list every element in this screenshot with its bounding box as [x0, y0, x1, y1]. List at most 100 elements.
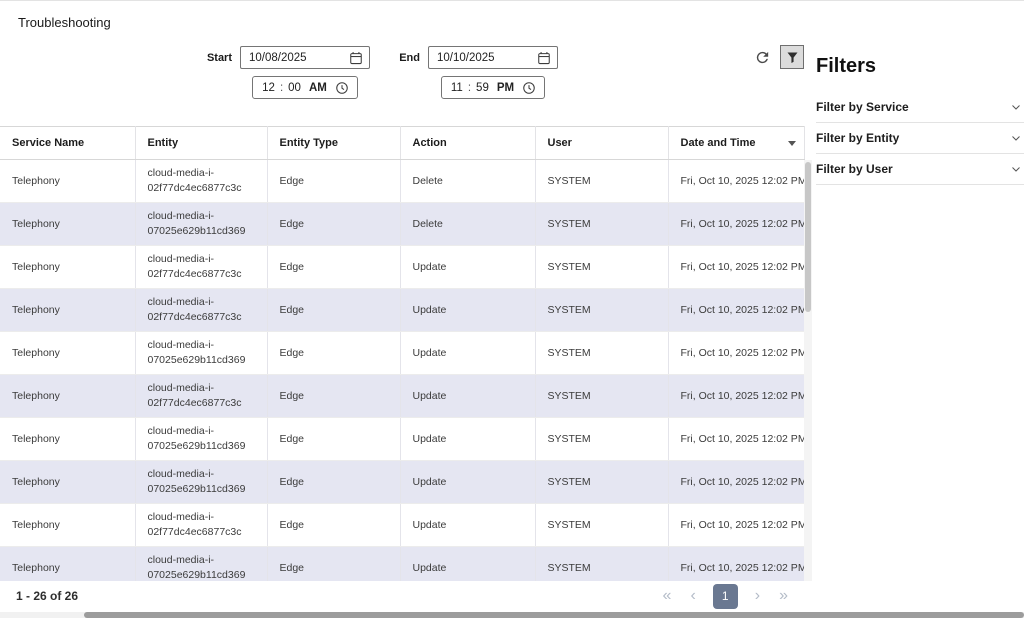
last-page-button[interactable]: »: [777, 588, 790, 604]
filter-section-entity[interactable]: Filter by Entity: [816, 123, 1024, 154]
table-header-row: Service Name Entity Entity Type Action U…: [0, 127, 804, 160]
cell-entity-type: Edge: [267, 418, 400, 461]
cell-entity: cloud-media-i-07025e629b11cd369: [135, 203, 267, 246]
audit-table-body: Telephony cloud-media-i-02f77dc4ec6877c3…: [0, 160, 804, 590]
start-label: Start: [200, 52, 232, 64]
cell-entity-type: Edge: [267, 289, 400, 332]
chevron-down-icon: [1010, 101, 1022, 113]
cell-datetime: Fri, Oct 10, 2025 12:02 PM: [668, 418, 804, 461]
cell-datetime: Fri, Oct 10, 2025 12:02 PM: [668, 203, 804, 246]
cell-service-name: Telephony: [0, 289, 135, 332]
start-hour[interactable]: 12: [261, 82, 276, 94]
cell-entity: cloud-media-i-07025e629b11cd369: [135, 418, 267, 461]
start-date-input[interactable]: [240, 46, 370, 69]
start-meridiem[interactable]: AM: [309, 82, 327, 94]
cell-user: SYSTEM: [535, 203, 668, 246]
cell-service-name: Telephony: [0, 418, 135, 461]
table-row[interactable]: Telephony cloud-media-i-02f77dc4ec6877c3…: [0, 160, 804, 203]
troubleshooting-page: Troubleshooting Start 12 :: [0, 0, 1024, 618]
cell-action: Update: [400, 418, 535, 461]
column-header-date-time[interactable]: Date and Time: [668, 127, 804, 160]
table-row[interactable]: Telephony cloud-media-i-02f77dc4ec6877c3…: [0, 246, 804, 289]
cell-service-name: Telephony: [0, 332, 135, 375]
current-page-button[interactable]: 1: [713, 584, 738, 609]
cell-user: SYSTEM: [535, 160, 668, 203]
previous-page-button[interactable]: ‹: [688, 588, 697, 604]
cell-action: Update: [400, 246, 535, 289]
cell-user: SYSTEM: [535, 375, 668, 418]
cell-entity-type: Edge: [267, 246, 400, 289]
filter-section-entity-label: Filter by Entity: [816, 131, 899, 145]
refresh-icon: [754, 49, 771, 66]
audit-table-container: Service Name Entity Entity Type Action U…: [0, 126, 812, 589]
cell-service-name: Telephony: [0, 160, 135, 203]
cell-entity: cloud-media-i-02f77dc4ec6877c3c: [135, 375, 267, 418]
cell-user: SYSTEM: [535, 504, 668, 547]
filter-section-user[interactable]: Filter by User: [816, 154, 1024, 185]
first-page-button[interactable]: «: [661, 588, 674, 604]
start-minute[interactable]: 00: [287, 82, 302, 94]
calendar-icon[interactable]: [349, 51, 363, 65]
next-page-button[interactable]: ›: [753, 588, 762, 604]
datetime-toolbar: Start 12 : 00 AM: [0, 43, 812, 126]
end-time-input[interactable]: 11 : 59 PM: [441, 76, 545, 99]
end-datetime-group: End 11 : 59 PM: [388, 46, 558, 99]
pagination-bar: 1 - 26 of 26 « ‹ 1 › »: [0, 581, 812, 611]
cell-action: Update: [400, 289, 535, 332]
end-meridiem[interactable]: PM: [497, 82, 514, 94]
clock-icon[interactable]: [522, 81, 536, 95]
calendar-icon[interactable]: [537, 51, 551, 65]
cell-action: Delete: [400, 203, 535, 246]
end-minute[interactable]: 59: [475, 82, 490, 94]
start-datetime-group: Start 12 : 00 AM: [200, 46, 370, 99]
cell-entity-type: Edge: [267, 332, 400, 375]
cell-user: SYSTEM: [535, 332, 668, 375]
toolbar-actions: [750, 45, 804, 69]
table-row[interactable]: Telephony cloud-media-i-07025e629b11cd36…: [0, 418, 804, 461]
horizontal-scrollbar-thumb[interactable]: [84, 612, 1024, 618]
cell-action: Update: [400, 332, 535, 375]
cell-service-name: Telephony: [0, 461, 135, 504]
start-date-value[interactable]: [249, 52, 335, 64]
table-row[interactable]: Telephony cloud-media-i-02f77dc4ec6877c3…: [0, 375, 804, 418]
table-row[interactable]: Telephony cloud-media-i-07025e629b11cd36…: [0, 461, 804, 504]
filter-section-service-label: Filter by Service: [816, 100, 909, 114]
clock-icon[interactable]: [335, 81, 349, 95]
column-header-service-name: Service Name: [0, 127, 135, 160]
end-date-value[interactable]: [437, 52, 523, 64]
time-separator: :: [280, 82, 283, 94]
cell-entity: cloud-media-i-07025e629b11cd369: [135, 461, 267, 504]
cell-service-name: Telephony: [0, 203, 135, 246]
cell-datetime: Fri, Oct 10, 2025 12:02 PM: [668, 246, 804, 289]
cell-datetime: Fri, Oct 10, 2025 12:02 PM: [668, 332, 804, 375]
cell-entity: cloud-media-i-02f77dc4ec6877c3c: [135, 504, 267, 547]
cell-user: SYSTEM: [535, 461, 668, 504]
start-time-input[interactable]: 12 : 00 AM: [252, 76, 358, 99]
sort-desc-icon[interactable]: [788, 141, 796, 146]
filter-toggle-button[interactable]: [780, 45, 804, 69]
table-row[interactable]: Telephony cloud-media-i-07025e629b11cd36…: [0, 203, 804, 246]
column-header-user: User: [535, 127, 668, 160]
column-header-date-time-label: Date and Time: [681, 137, 756, 149]
filters-sidebar: Filters Filter by Service Filter by Enti…: [816, 43, 1024, 598]
cell-service-name: Telephony: [0, 246, 135, 289]
filter-section-service[interactable]: Filter by Service: [816, 92, 1024, 123]
end-date-input[interactable]: [428, 46, 558, 69]
table-row[interactable]: Telephony cloud-media-i-07025e629b11cd36…: [0, 332, 804, 375]
table-vertical-scrollbar[interactable]: [804, 160, 812, 588]
cell-entity: cloud-media-i-02f77dc4ec6877c3c: [135, 160, 267, 203]
page-title[interactable]: Troubleshooting: [18, 15, 111, 30]
table-row[interactable]: Telephony cloud-media-i-02f77dc4ec6877c3…: [0, 504, 804, 547]
cell-entity: cloud-media-i-02f77dc4ec6877c3c: [135, 289, 267, 332]
cell-entity-type: Edge: [267, 375, 400, 418]
table-row[interactable]: Telephony cloud-media-i-02f77dc4ec6877c3…: [0, 289, 804, 332]
chevron-down-icon: [1010, 132, 1022, 144]
scrollbar-thumb[interactable]: [805, 162, 811, 312]
horizontal-scrollbar[interactable]: [0, 612, 1024, 618]
end-hour[interactable]: 11: [450, 82, 464, 94]
refresh-button[interactable]: [750, 45, 774, 69]
cell-service-name: Telephony: [0, 504, 135, 547]
column-header-entity-type: Entity Type: [267, 127, 400, 160]
cell-action: Delete: [400, 160, 535, 203]
cell-entity: cloud-media-i-02f77dc4ec6877c3c: [135, 246, 267, 289]
